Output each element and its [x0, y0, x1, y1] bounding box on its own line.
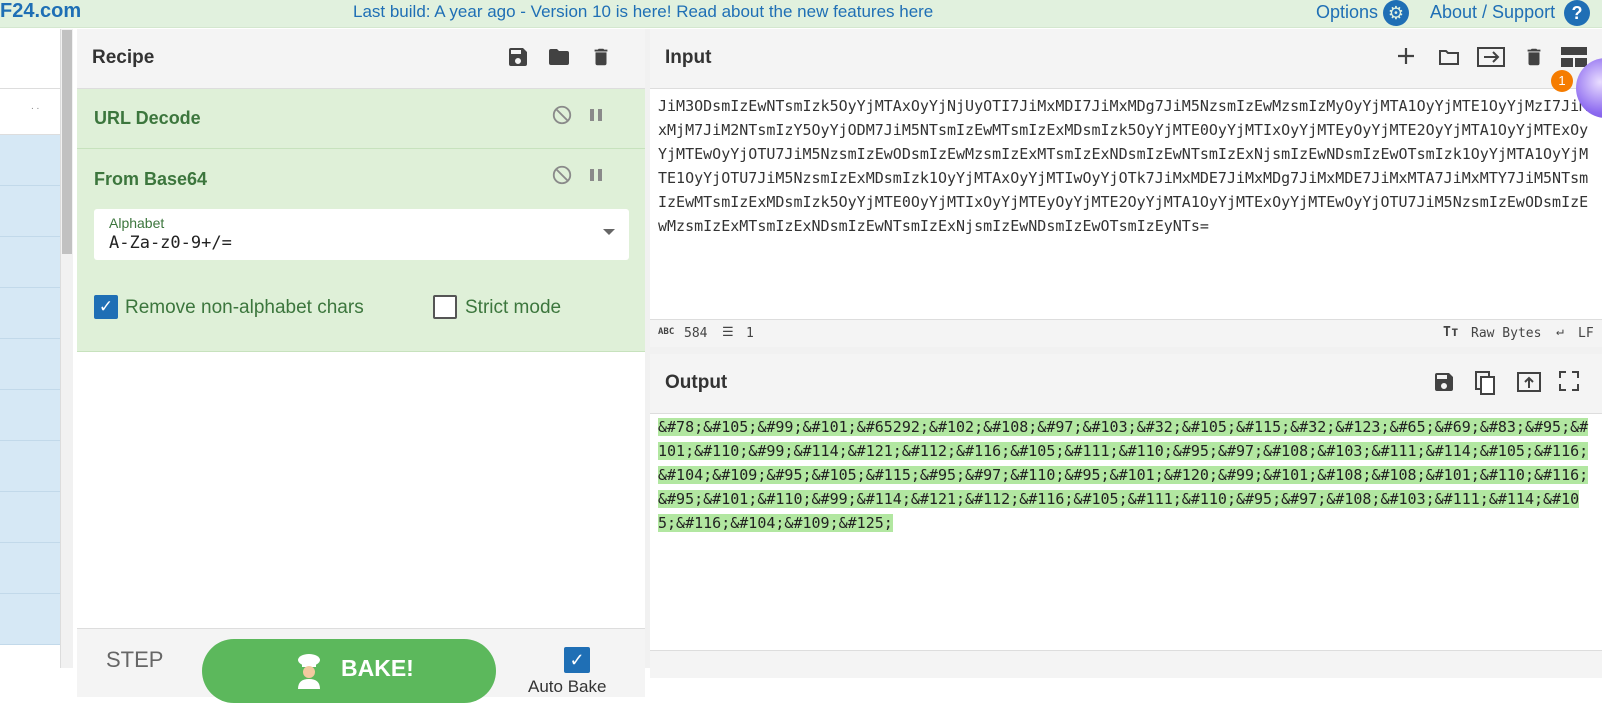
output-title: Output [665, 372, 728, 393]
search-hint: . . [31, 101, 40, 112]
input-arrow-icon[interactable] [1476, 45, 1505, 69]
operation-category[interactable] [0, 288, 60, 339]
operation-category[interactable] [0, 390, 60, 441]
about-support-link[interactable]: About / Support [1430, 1, 1555, 23]
step-button[interactable]: STEP [106, 647, 163, 673]
top-banner: F24.com Last build: A year ago - Version… [0, 0, 1602, 28]
copy-icon[interactable] [1473, 370, 1497, 395]
help-icon[interactable]: ? [1564, 0, 1590, 26]
input-pane: Input JiM3ODsmIzEwNTsmIzk5OyYjMTAxOyYjNj… [650, 29, 1602, 347]
operation-category[interactable] [0, 339, 60, 390]
char-count: 584 [684, 326, 708, 341]
operation-category[interactable] [0, 441, 60, 492]
logo[interactable]: F24.com [0, 0, 81, 22]
text-encoding-icon[interactable]: Tт [1443, 325, 1459, 340]
disable-icon[interactable] [551, 164, 573, 192]
auto-bake-checkbox[interactable]: ✓ [564, 647, 590, 673]
operation-category[interactable] [0, 543, 60, 594]
operation-category[interactable] [0, 186, 60, 237]
output-highlight: &#78;&#105;&#99;&#101;&#65292;&#102;&#10… [658, 418, 1589, 532]
recipe-header: Recipe [77, 29, 645, 89]
operations-header [0, 29, 60, 89]
input-status-bar: ABC 584 ☰ 1 Tт Raw Bytes ↵ LF [650, 319, 1602, 347]
operation-title: URL Decode [94, 108, 201, 128]
operations-scrollbar-thumb[interactable] [62, 30, 72, 254]
folder-icon[interactable] [546, 45, 570, 69]
input-title: Input [665, 47, 712, 68]
operation-category[interactable] [0, 492, 60, 543]
folder-icon[interactable] [1436, 45, 1460, 69]
operation-url-decode[interactable]: URL Decode [77, 89, 645, 149]
operation-title: From Base64 [94, 169, 208, 189]
chevron-down-icon[interactable] [603, 229, 615, 235]
recipe-panel: Recipe URL Decode From Base64 Alphabet A… [77, 29, 645, 703]
save-icon[interactable] [1432, 370, 1456, 394]
alphabet-value: A-Za-z0-9+/= [109, 233, 232, 253]
save-icon[interactable] [506, 45, 530, 69]
pause-icon[interactable] [587, 164, 605, 192]
bake-label: BAKE! [341, 655, 414, 681]
replace-input-icon[interactable] [1516, 370, 1541, 394]
input-textarea[interactable]: JiM3ODsmIzEwNTsmIzk5OyYjMTAxOyYjNjUyOTI7… [658, 94, 1594, 238]
maximise-icon[interactable] [1557, 370, 1581, 394]
disable-icon[interactable] [551, 104, 573, 132]
operation-from-base64[interactable]: From Base64 Alphabet A-Za-z0-9+/= ✓ Remo… [77, 149, 645, 352]
encoding-label[interactable]: Raw Bytes [1471, 326, 1541, 341]
trash-icon[interactable] [589, 45, 613, 69]
line-count: 1 [746, 326, 754, 341]
auto-bake-label[interactable]: Auto Bake [528, 677, 606, 697]
lines-icon: ☰ [722, 325, 734, 340]
output-text[interactable]: &#78;&#105;&#99;&#101;&#65292;&#102;&#10… [658, 415, 1590, 535]
output-status-bar [650, 650, 1602, 678]
operation-category[interactable] [0, 594, 60, 645]
alphabet-select[interactable]: Alphabet A-Za-z0-9+/= [94, 209, 629, 260]
pane-resize-handle[interactable] [650, 347, 1602, 354]
eol-label[interactable]: LF [1578, 326, 1594, 341]
alphabet-label: Alphabet [109, 215, 165, 231]
remove-non-alphabet-label[interactable]: Remove non-alphabet chars [125, 297, 364, 319]
strict-mode-checkbox[interactable] [433, 295, 457, 319]
operations-sidebar: . . [0, 29, 61, 668]
version-banner-link[interactable]: Last build: A year ago - Version 10 is h… [353, 1, 933, 23]
trash-icon[interactable] [1522, 45, 1546, 69]
strict-mode-label[interactable]: Strict mode [465, 297, 561, 319]
notification-badge[interactable]: 1 [1551, 70, 1573, 92]
output-pane: Output &#78;&#105;&#99;&#101;&#65292;&#1… [650, 354, 1602, 678]
layout-icon[interactable] [1560, 45, 1587, 69]
chef-icon [298, 654, 320, 689]
operation-category[interactable] [0, 135, 60, 186]
operation-category[interactable] [0, 237, 60, 288]
abc-icon: ABC [658, 327, 675, 337]
options-link[interactable]: Options [1316, 1, 1378, 23]
eol-icon[interactable]: ↵ [1556, 324, 1564, 339]
plus-icon[interactable] [1394, 45, 1418, 69]
gear-icon[interactable]: ⚙ [1383, 0, 1409, 26]
remove-non-alphabet-checkbox[interactable]: ✓ [94, 295, 118, 319]
input-header: Input [650, 29, 1602, 89]
output-header: Output [650, 354, 1602, 414]
bake-button[interactable]: BAKE! [202, 639, 496, 703]
operations-search[interactable]: . . [0, 89, 60, 135]
pause-icon[interactable] [587, 104, 605, 132]
bake-bar: STEP BAKE! ✓ Auto Bake [77, 628, 645, 703]
recipe-title: Recipe [92, 47, 155, 68]
